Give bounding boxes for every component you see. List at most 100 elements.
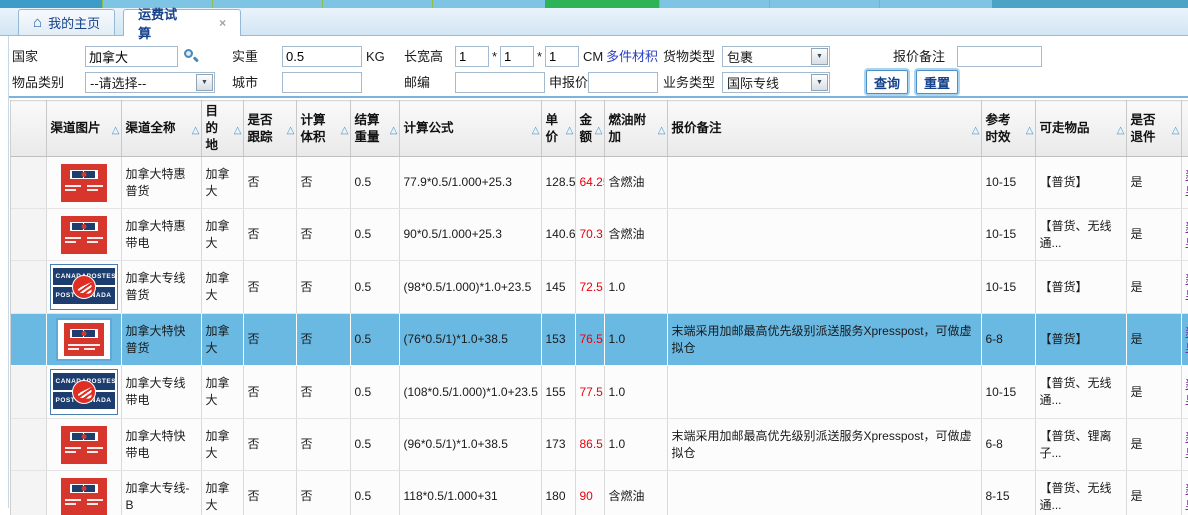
cell-price: 145 [541, 261, 575, 314]
column-header-tracked[interactable]: 是否跟踪△ [243, 101, 296, 157]
strip-segment [322, 0, 432, 8]
dim-length-input[interactable] [455, 46, 489, 67]
chevron-down-icon[interactable]: ▼ [811, 74, 828, 91]
cell-amount: 70.3 [575, 209, 604, 261]
column-header-label: 是否退件 [1131, 113, 1156, 144]
sort-icon[interactable]: △ [287, 122, 295, 139]
tab-label: 我的主页 [48, 13, 100, 32]
cargo-type-select[interactable]: 包裹 ▼ [722, 46, 830, 67]
wing-emblem-icon [72, 275, 96, 299]
column-header-remark[interactable]: 报价备注△ [667, 101, 981, 157]
cell-goods: 【普货】 [1035, 261, 1126, 314]
table-row[interactable]: 加拿大特快带电加拿大否否0.5(96*0.5/1)*1.0+38.517386.… [11, 419, 1188, 471]
chevron-down-icon[interactable]: ▼ [811, 48, 828, 65]
dim-height-input[interactable] [545, 46, 579, 67]
cell-tracked: 否 [243, 314, 296, 366]
sort-icon[interactable]: △ [390, 122, 398, 139]
search-button[interactable]: 查询 [866, 70, 908, 94]
business-type-select[interactable]: 国际专线 ▼ [722, 72, 830, 93]
table-row[interactable]: CANADAPOSTESPOSTCANADA加拿大专线带电加拿大否否0.5(10… [11, 366, 1188, 419]
cell-logo [46, 314, 121, 366]
cell-name: 加拿大特惠带电 [121, 209, 201, 261]
cell-eta: 10-15 [981, 261, 1035, 314]
country-input[interactable] [85, 46, 178, 67]
city-input[interactable] [282, 72, 362, 93]
item-category-value: --请选择-- [86, 73, 195, 92]
cell-goods: 【普货、无线通... [1035, 471, 1126, 515]
column-header-vol[interactable]: 计算体积△ [296, 101, 350, 157]
wing-emblem-icon [72, 380, 96, 404]
column-header-formula[interactable]: 计算公式 △ [399, 101, 541, 157]
column-header-label: 结算重量 [355, 113, 380, 144]
weight-input[interactable] [282, 46, 362, 67]
sort-icon[interactable]: △ [1172, 122, 1180, 139]
sort-icon[interactable]: △ [341, 122, 349, 139]
dim-width-input[interactable] [500, 46, 534, 67]
column-header-dest[interactable]: 目的地△ [201, 101, 243, 157]
cell-tracked: 否 [243, 366, 296, 419]
search-icon[interactable] [183, 48, 198, 63]
sort-icon[interactable]: △ [972, 122, 980, 139]
sort-icon[interactable]: △ [1026, 122, 1034, 139]
sort-icon[interactable]: △ [532, 122, 540, 139]
table-row[interactable]: 加拿大专线-B加拿大否否0.5118*0.5/1.000+3118090含燃油8… [11, 471, 1188, 515]
cell-name: 加拿大专线-B [121, 471, 201, 515]
cell-formula: (76*0.5/1)*1.0+38.5 [399, 314, 541, 366]
cell-logo: CANADAPOSTESPOSTCANADA [46, 366, 121, 419]
column-header-weight[interactable]: 结算重量 △ [350, 101, 399, 157]
sort-icon[interactable]: △ [1117, 122, 1125, 139]
postcode-label: 邮编 [404, 73, 430, 93]
cell-dest: 加拿大 [201, 157, 243, 209]
table-row[interactable]: CANADAPOSTESPOSTCANADA加拿大专线普货加拿大否否0.5(98… [11, 261, 1188, 314]
tab-label: 运费试算 [138, 4, 187, 42]
reset-button[interactable]: 重置 [916, 70, 958, 94]
column-header-goods[interactable]: 可走物品△ [1035, 101, 1126, 157]
query-form: 国家 实重 KG 长宽高 * * CM 多件材积 货物类型 包裹 ▼ 报价备注 … [0, 36, 1188, 98]
chevron-down-icon[interactable]: ▼ [196, 74, 213, 91]
quote-remark-input[interactable] [957, 46, 1042, 67]
postcode-input[interactable] [455, 72, 545, 93]
multi-piece-volume-link[interactable]: 多件材积 [606, 47, 658, 67]
declared-value-input[interactable] [588, 72, 658, 93]
tab-my-homepage[interactable]: ⌂ 我的主页 [18, 9, 115, 35]
cell-logo [46, 157, 121, 209]
table-row[interactable]: 加拿大特惠普货加拿大否否0.577.9*0.5/1.000+25.3128.56… [11, 157, 1188, 209]
column-header-fuel[interactable]: 燃油附加△ [604, 101, 667, 157]
cell-extra: 新单 [1181, 157, 1188, 209]
column-header-logo[interactable]: 渠道图片△ [46, 101, 121, 157]
cell-sel [11, 209, 46, 261]
column-header-name[interactable]: 渠道全称△ [121, 101, 201, 157]
sort-icon[interactable]: △ [234, 122, 242, 139]
cell-tracked: 否 [243, 419, 296, 471]
cell-amount: 72.5 [575, 261, 604, 314]
strip-segment [212, 0, 322, 8]
cell-weight: 0.5 [350, 419, 399, 471]
cell-name: 加拿大特快普货 [121, 314, 201, 366]
sort-icon[interactable]: △ [566, 122, 574, 139]
cell-remark [667, 261, 981, 314]
cell-amount: 76.5 [575, 314, 604, 366]
table-row[interactable]: 加拿大特快普货加拿大否否0.5(76*0.5/1)*1.0+38.515376.… [11, 314, 1188, 366]
cell-vol: 否 [296, 366, 350, 419]
cell-extra: 新单 [1181, 419, 1188, 471]
sort-icon[interactable]: △ [192, 122, 200, 139]
cell-name: 加拿大特惠普货 [121, 157, 201, 209]
cell-eta: 10-15 [981, 157, 1035, 209]
sort-icon[interactable]: △ [595, 122, 603, 139]
sort-icon[interactable]: △ [658, 122, 666, 139]
close-icon[interactable]: × [219, 17, 226, 29]
item-category-select[interactable]: --请选择-- ▼ [85, 72, 215, 93]
cell-dest: 加拿大 [201, 471, 243, 515]
column-header-label: 计算公式 [404, 121, 454, 135]
column-header-ret[interactable]: 是否退件 △ [1126, 101, 1181, 157]
results-table: 渠道图片△渠道全称△目的地△是否跟踪△计算体积△结算重量△计算公式△单价△金额△… [11, 100, 1188, 515]
table-row[interactable]: 加拿大特惠带电加拿大否否0.590*0.5/1.000+25.3140.670.… [11, 209, 1188, 261]
column-header-price[interactable]: 单价△ [541, 101, 575, 157]
cell-formula: 77.9*0.5/1.000+25.3 [399, 157, 541, 209]
sort-icon[interactable]: △ [112, 122, 120, 139]
tab-freight-calc[interactable]: 运费试算 × [123, 9, 241, 36]
column-header-amount[interactable]: 金额△ [575, 101, 604, 157]
canada-post-red-logo [61, 164, 107, 202]
strip-segment [769, 0, 879, 8]
column-header-eta[interactable]: 参考时效△ [981, 101, 1035, 157]
